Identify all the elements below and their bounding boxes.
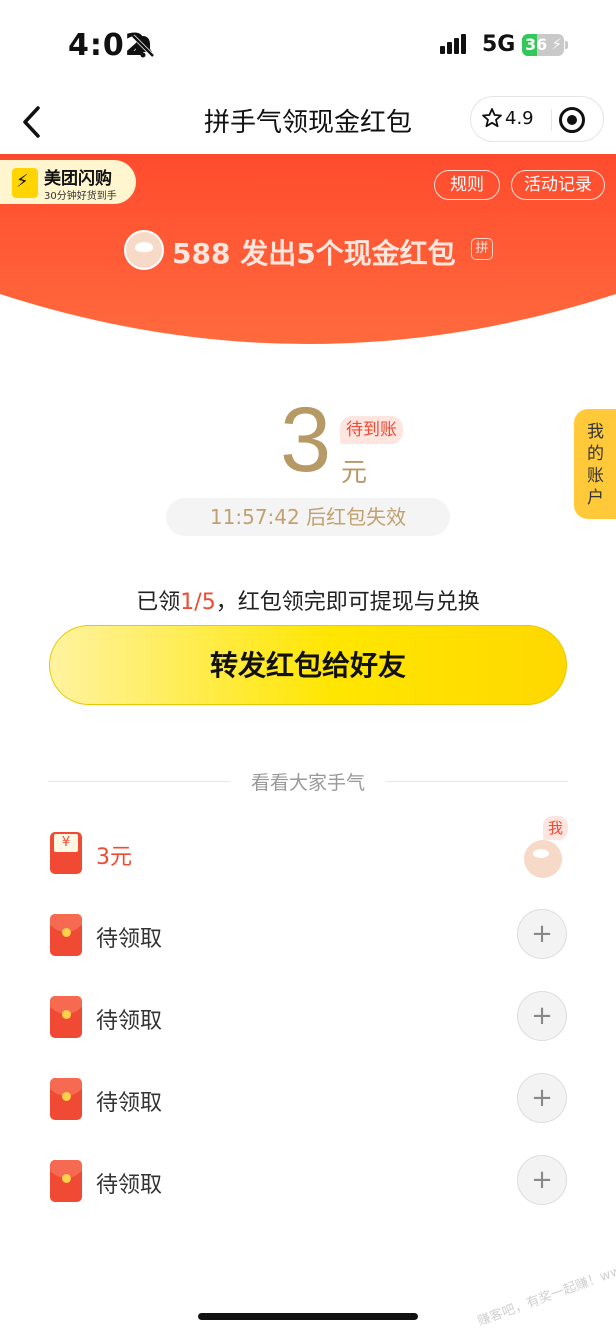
home-indicator[interactable]: [198, 1313, 418, 1320]
redpacket-icon: [50, 1078, 82, 1120]
activity-record-button[interactable]: 活动记录: [511, 170, 605, 200]
nav-bar: 拼手气领现金红包 4.9: [0, 92, 616, 154]
claim-count: 1/5: [180, 590, 216, 615]
invite-plus-button[interactable]: +: [517, 991, 567, 1041]
signal-icon: [440, 34, 468, 54]
item-status: 待领取: [96, 927, 163, 952]
shopping-bag-icon: [12, 168, 38, 198]
redpacket-icon: [50, 914, 82, 956]
sender-text: 588 发出5个现金红包: [172, 237, 456, 270]
claim-suffix: ，红包领完即可提现与兑换: [215, 590, 480, 615]
rating-value[interactable]: 4.9: [505, 108, 534, 129]
brand-badge[interactable]: 美团闪购 30分钟好货到手: [0, 160, 136, 204]
list-item: 待领取 +: [48, 1150, 568, 1210]
list-item: ¥ 3元 我: [48, 816, 568, 882]
mini-program-capsule: 4.9: [470, 96, 604, 142]
opened-redpacket-icon: ¥: [50, 832, 82, 874]
currency-sign: ¥: [54, 834, 78, 852]
my-avatar: [524, 840, 562, 878]
network-type: 5G: [482, 32, 516, 57]
item-status: 待领取: [96, 1173, 163, 1198]
countdown-timer: 11:57:42 后红包失效: [166, 498, 450, 536]
claim-prefix: 已领: [136, 590, 181, 615]
list-item: 待领取 +: [48, 904, 568, 964]
sender-row: 588 发出5个现金红包 拼: [0, 228, 616, 272]
battery-percent: 36: [525, 35, 548, 54]
my-account-tab[interactable]: 我的账户: [574, 409, 616, 519]
my-account-label: 我的账户: [587, 422, 604, 508]
item-status: 待领取: [96, 1091, 163, 1116]
battery-icon: 36 ⚡: [522, 34, 564, 56]
capsule-divider: [551, 109, 552, 131]
claim-progress: 已领1/5，红包领完即可提现与兑换: [0, 584, 616, 616]
invite-plus-button[interactable]: +: [517, 909, 567, 959]
divider-line-right: [386, 781, 568, 782]
pin-tag: 拼: [471, 238, 493, 260]
redpacket-icon: [50, 1160, 82, 1202]
star-icon[interactable]: [481, 107, 503, 129]
rules-button[interactable]: 规则: [434, 170, 500, 200]
list-item: 待领取 +: [48, 986, 568, 1046]
close-target-icon[interactable]: [559, 107, 585, 133]
red-banner: 美团闪购 30分钟好货到手 规则 活动记录 588 发出5个现金红包 拼: [0, 154, 616, 364]
charging-icon: ⚡: [551, 35, 562, 53]
redpacket-amount: 3: [280, 389, 332, 491]
list-item: 待领取 +: [48, 1068, 568, 1128]
bell-muted-icon: [131, 34, 155, 58]
item-status: 待领取: [96, 1009, 163, 1034]
redpacket-icon: [50, 996, 82, 1038]
brand-slogan: 30分钟好货到手: [44, 191, 117, 202]
me-badge: 我: [542, 816, 568, 840]
battery-tip: [565, 41, 568, 49]
section-divider: 看看大家手气: [48, 768, 568, 796]
brand-name: 美团闪购: [44, 169, 112, 189]
pending-badge: 待到账: [340, 416, 403, 444]
watermark: 赚客吧，有奖一起赚！www.zuanke8.com: [475, 1229, 616, 1330]
invite-plus-button[interactable]: +: [517, 1073, 567, 1123]
sender-avatar: [124, 230, 164, 270]
amount-unit: 元: [341, 458, 368, 488]
item-amount: 3元: [96, 845, 132, 870]
share-to-friends-button[interactable]: 转发红包给好友: [49, 625, 567, 705]
invite-plus-button[interactable]: +: [517, 1155, 567, 1205]
status-bar: 4:02 5G 36 ⚡: [0, 0, 616, 92]
